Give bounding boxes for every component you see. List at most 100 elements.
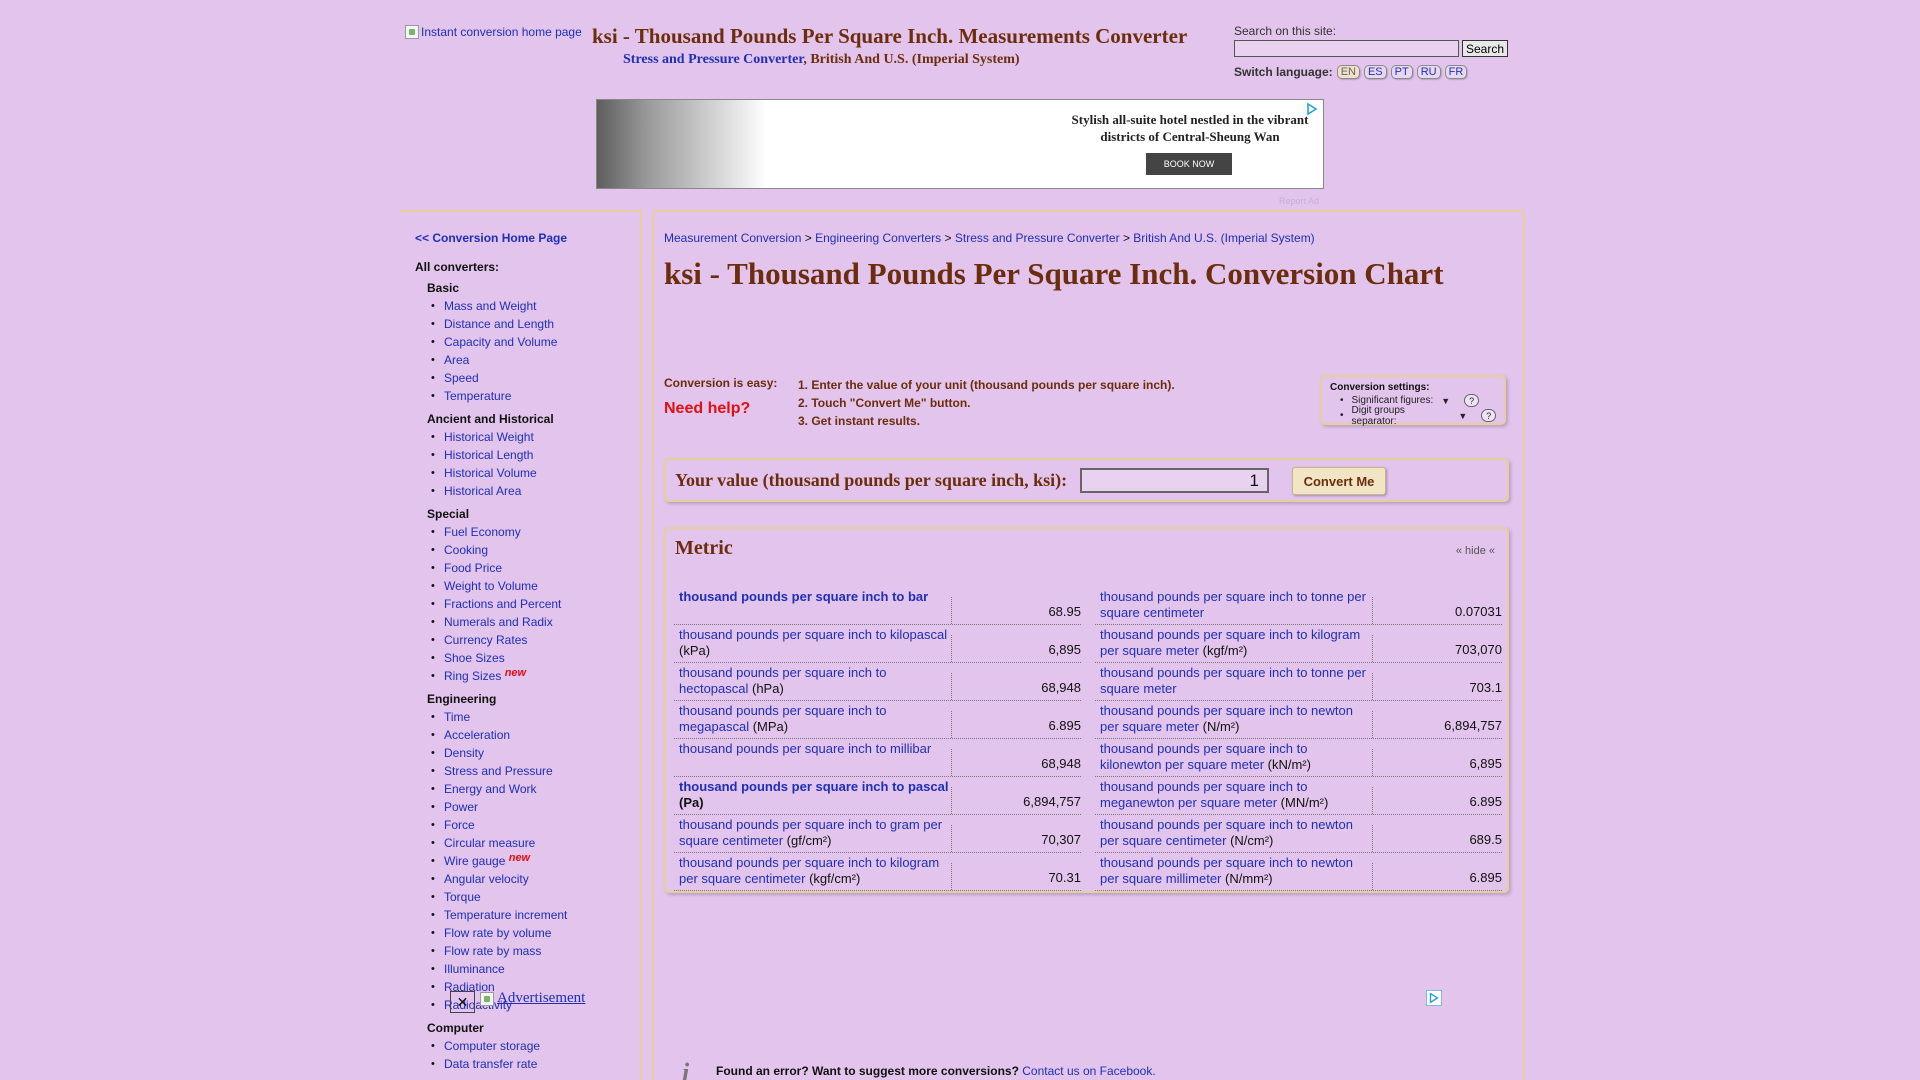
result-link[interactable]: thousand pounds per square inch to tonne… (1100, 665, 1366, 696)
sidebar-item[interactable]: Historical Weight (427, 428, 637, 446)
sidebar-item[interactable]: Wire gauge new (427, 852, 637, 870)
search-input[interactable] (1234, 40, 1459, 57)
result-row: thousand pounds per square inch to newto… (1095, 701, 1502, 739)
group-list-historical: Historical Weight Historical Length Hist… (427, 428, 637, 500)
lang-ru[interactable]: RU (1416, 65, 1441, 79)
sidebar-item[interactable]: Acceleration (427, 726, 637, 744)
sidebar-item[interactable]: Angular velocity (427, 870, 637, 888)
breadcrumb-separator: > (941, 231, 955, 245)
result-link[interactable]: thousand pounds per square inch to pasca… (679, 779, 948, 794)
breadcrumb-item[interactable]: Engineering Converters (815, 231, 941, 245)
search-box: Search on this site: Search Switch langu… (1234, 24, 1509, 79)
result-unit: (MN/m²) (1277, 795, 1329, 810)
sidebar-item[interactable]: Force (427, 816, 637, 834)
value-entry-box: Your value (thousand pounds per square i… (664, 458, 1509, 502)
contact-facebook-link[interactable]: Contact us on Facebook. (1022, 1064, 1155, 1078)
need-help-link[interactable]: Need help? (664, 400, 750, 418)
result-unit: (kPa) (679, 643, 711, 658)
result-link[interactable]: thousand pounds per square inch to bar (679, 589, 928, 604)
sidebar-item[interactable]: Stress and Pressure (427, 762, 637, 780)
sidebar-item[interactable]: Flow rate by volume (427, 924, 637, 942)
sidebar-item[interactable]: Historical Length (427, 446, 637, 464)
convert-me-button[interactable]: Convert Me (1292, 467, 1386, 495)
result-value: 68,948 (951, 749, 1081, 776)
help-icon[interactable]: ? (1464, 394, 1480, 407)
result-unit: (kN/m²) (1264, 757, 1311, 772)
sidebar-item[interactable]: Fuel Economy (427, 523, 637, 541)
subtitle-converter-link[interactable]: Stress and Pressure Converter (623, 52, 803, 67)
advertisement-link[interactable]: Advertisement (480, 990, 585, 1007)
ad-banner[interactable]: Stylish all-suite hotel nestled in the v… (596, 99, 1324, 189)
group-title-basic: Basic (427, 281, 460, 295)
sidebar-item[interactable]: Flow rate by mass (427, 942, 637, 960)
sidebar-item[interactable]: Shoe Sizes (427, 649, 637, 667)
result-unit: (MPa) (749, 719, 789, 734)
lang-en[interactable]: EN (1336, 65, 1360, 79)
sidebar-item[interactable]: Area (427, 351, 637, 369)
report-ad-link[interactable]: Report Ad (1279, 196, 1319, 206)
breadcrumb-item[interactable]: British And U.S. (Imperial System) (1133, 231, 1314, 245)
breadcrumb-item[interactable]: Measurement Conversion (664, 231, 801, 245)
language-switcher: Switch language: EN ES PT RU FR (1234, 65, 1508, 79)
lang-pt[interactable]: PT (1390, 65, 1413, 79)
sidebar-item[interactable]: Density (427, 744, 637, 762)
broken-image-icon (480, 991, 494, 1006)
switch-language-label: Switch language: (1234, 65, 1333, 79)
result-row: thousand pounds per square inch to milli… (674, 739, 1081, 777)
results-right-column: thousand pounds per square inch to tonne… (1095, 587, 1502, 891)
group-title-computer: Computer (427, 1021, 484, 1035)
sidebar-item[interactable]: Illuminance (427, 960, 637, 978)
result-row: thousand pounds per square inch to gram … (674, 815, 1081, 853)
close-icon[interactable]: ✕ (450, 991, 475, 1013)
sidebar-item[interactable]: Torque (427, 888, 637, 906)
sidebar-item[interactable]: Temperature increment (427, 906, 637, 924)
value-input[interactable] (1080, 468, 1269, 493)
sidebar-item[interactable]: Power (427, 798, 637, 816)
sidebar-item[interactable]: Food Price (427, 559, 637, 577)
help-icon[interactable]: ? (1481, 409, 1496, 422)
sidebar-item[interactable]: Time (427, 708, 637, 726)
lang-fr[interactable]: FR (1444, 65, 1468, 79)
sidebar-item[interactable]: Historical Volume (427, 464, 637, 482)
ad-choices-icon[interactable] (1426, 990, 1442, 1006)
sidebar-item[interactable]: Circular measure (427, 834, 637, 852)
sidebar-item[interactable]: Numerals and Radix (427, 613, 637, 631)
sidebar-item[interactable]: Distance and Length (427, 315, 637, 333)
sidebar-item[interactable]: Speed (427, 369, 637, 387)
breadcrumb-separator: > (801, 231, 816, 245)
lang-es[interactable]: ES (1363, 65, 1387, 79)
ad-book-now-button[interactable]: BOOK NOW (1146, 153, 1232, 175)
sidebar-item[interactable]: Weight to Volume (427, 577, 637, 595)
broken-image-icon (405, 25, 419, 39)
ad-text: Stylish all-suite hotel nestled in the v… (1071, 112, 1309, 144)
sidebar-item[interactable]: Historical Area (427, 482, 637, 500)
sidebar-item[interactable]: Ring Sizes new (427, 667, 637, 685)
result-link[interactable]: thousand pounds per square inch to milli… (679, 741, 931, 756)
conversion-steps: 1. Enter the value of your unit (thousan… (798, 376, 1175, 430)
breadcrumb: Measurement Conversion > Engineering Con… (664, 231, 1315, 245)
result-unit: (gf/cm²) (783, 833, 832, 848)
logo-link[interactable]: Instant conversion home page (405, 25, 582, 39)
sidebar-item[interactable]: Cooking (427, 541, 637, 559)
sidebar-item[interactable]: Mass and Weight (427, 297, 637, 315)
sidebar-item[interactable]: Currency Rates (427, 631, 637, 649)
sidebar-item[interactable]: Energy and Work (427, 780, 637, 798)
result-unit: (N/cm²) (1226, 833, 1274, 848)
result-value: 689.5 (1372, 825, 1502, 852)
sidebar-item[interactable]: Temperature (427, 387, 637, 405)
conversion-home-link[interactable]: << Conversion Home Page (415, 231, 567, 245)
ad-choices-icon[interactable] (1305, 102, 1319, 116)
search-button[interactable]: Search (1462, 40, 1509, 57)
sidebar-item[interactable]: Data transfer rate (427, 1055, 637, 1073)
sidebar-item[interactable]: Fractions and Percent (427, 595, 637, 613)
sidebar: << Conversion Home Page All converters: … (400, 210, 642, 1080)
result-row: thousand pounds per square inch to pasca… (674, 777, 1081, 815)
step-2: 2. Touch "Convert Me" button. (798, 396, 971, 410)
sidebar-item[interactable]: Computer storage (427, 1037, 637, 1055)
hide-toggle[interactable]: « hide « (1456, 545, 1495, 557)
result-link[interactable]: thousand pounds per square inch to tonne… (1100, 589, 1366, 620)
result-link[interactable]: thousand pounds per square inch to kilop… (679, 627, 947, 642)
chevron-down-icon[interactable]: ▼ (1458, 411, 1467, 421)
sidebar-item[interactable]: Capacity and Volume (427, 333, 637, 351)
breadcrumb-item[interactable]: Stress and Pressure Converter (955, 231, 1120, 245)
